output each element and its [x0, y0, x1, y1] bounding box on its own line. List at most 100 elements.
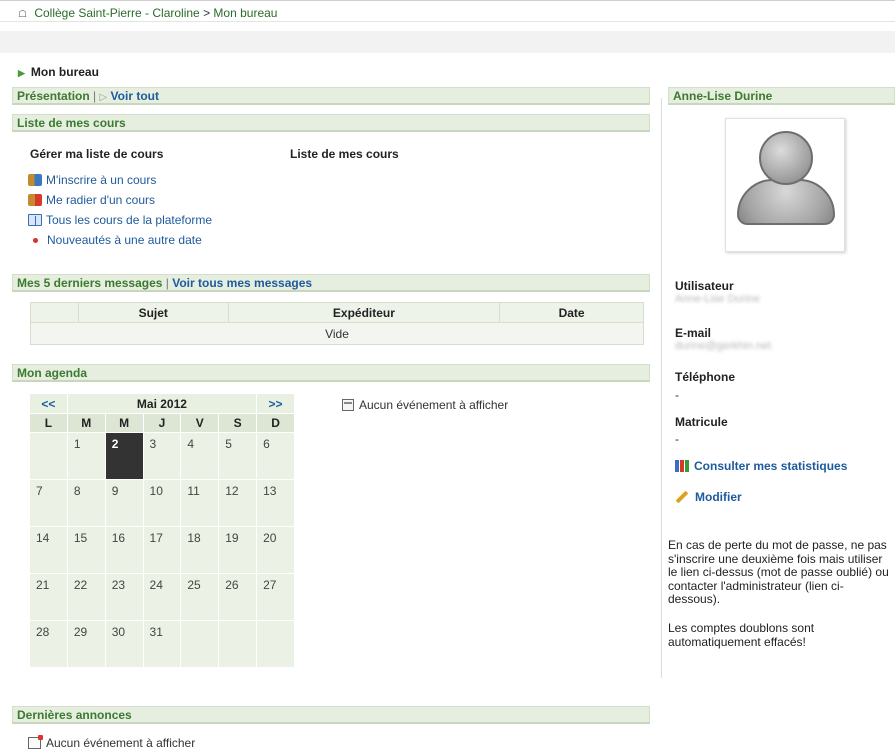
calendar-day-cell — [218, 620, 258, 668]
email-label: E-mail — [675, 326, 712, 340]
all-messages-link[interactable]: Voir tous mes messages — [172, 276, 312, 290]
calendar-day-cell[interactable]: 9 — [104, 479, 144, 527]
unenroll-icon — [28, 194, 42, 206]
messages-title: Mes 5 derniers messages — [17, 276, 163, 290]
courses-section-header: Liste de mes cours — [12, 114, 650, 132]
news-other-date-link[interactable]: Nouveautés à une autre date — [47, 233, 202, 247]
calendar-day-cell[interactable]: 1 — [66, 432, 106, 480]
calendar-day-cell[interactable]: 19 — [218, 526, 258, 574]
calendar-day-cell[interactable]: 23 — [104, 573, 144, 621]
calendar-day-cell[interactable]: 22 — [66, 573, 106, 621]
all-courses-link[interactable]: Tous les cours de la plateforme — [46, 213, 212, 227]
messages-table: Sujet Expéditeur Date Vide — [30, 302, 644, 345]
course-list-title: Liste de mes cours — [290, 147, 399, 161]
user-name-header: Anne-Lise Durine — [668, 87, 895, 105]
calendar-day-cell[interactable]: 15 — [66, 526, 106, 574]
agenda-no-event-text: Aucun événement à afficher — [359, 398, 509, 412]
calendar-day-cell[interactable]: 4 — [180, 432, 220, 480]
empty-message-cell: Vide — [30, 322, 644, 345]
calendar-day-cell[interactable]: 29 — [66, 620, 106, 668]
calendar-day-cell[interactable]: 13 — [256, 479, 295, 527]
weekday-label: L — [29, 413, 68, 433]
phone-value: - — [675, 388, 679, 402]
duplicate-accounts-text: Les comptes doublons sont automatiquemen… — [668, 621, 815, 649]
calendar-day-cell[interactable]: 8 — [66, 479, 106, 527]
home-icon[interactable]: ☖ — [18, 9, 27, 20]
column-header-subject[interactable]: Sujet — [77, 302, 229, 323]
weekday-label: D — [256, 413, 295, 433]
phone-label: Téléphone — [675, 370, 736, 384]
all-courses-item[interactable]: Tous les cours de la plateforme — [28, 210, 212, 230]
user-value: Anne-Lise Durine — [675, 293, 760, 305]
calendar-day-cell[interactable]: 27 — [256, 573, 295, 621]
presentation-bar: Présentation | ▷ Voir tout — [12, 87, 650, 105]
calendar-day-cell[interactable]: 11 — [180, 479, 220, 527]
red-dot-icon — [33, 237, 38, 243]
calendar-day-cell[interactable]: 31 — [142, 620, 182, 668]
enroll-icon — [28, 174, 42, 186]
calendar-week-row: 14 15 16 17 18 19 20 — [29, 526, 295, 574]
weekday-label: M — [66, 413, 106, 433]
column-header-sender[interactable]: Expéditeur — [227, 302, 501, 323]
calendar-day-cell[interactable]: 21 — [29, 573, 68, 621]
toolbar-band — [0, 31, 895, 53]
unenroll-course-item[interactable]: Me radier d'un cours — [28, 190, 212, 210]
calendar-day-cell[interactable]: 7 — [29, 479, 68, 527]
calendar-day-cell[interactable]: 3 — [142, 432, 182, 480]
calendar-day-cell[interactable]: 24 — [142, 573, 182, 621]
page-title: ▶ Mon bureau — [18, 65, 99, 79]
calendar-day-cell — [256, 620, 295, 668]
calendar-week-row: 21 22 23 24 25 26 27 — [29, 573, 295, 621]
statistics-link[interactable]: Consulter mes statistiques — [675, 459, 847, 473]
arrow-right-icon: ▶ — [18, 68, 25, 78]
calendar-day-cell[interactable]: 26 — [218, 573, 258, 621]
edit-profile-link[interactable]: Modifier — [675, 490, 742, 504]
prev-month-button[interactable]: << — [29, 393, 68, 414]
breadcrumb-separator: > — [203, 6, 211, 20]
calendar-today-cell[interactable]: 2 — [104, 432, 144, 480]
announcements-no-event-text: Aucun événement à afficher — [46, 736, 196, 750]
calendar-icon — [342, 399, 354, 411]
weekday-label: J — [142, 413, 182, 433]
triangle-right-icon: ▷ — [99, 92, 108, 103]
calendar-week-row: 28 29 30 31 — [29, 620, 295, 668]
calendar-day-cell — [29, 432, 68, 480]
book-icon — [28, 214, 42, 226]
calendar-day-cell[interactable]: 5 — [218, 432, 258, 480]
calendar-day-cell[interactable]: 18 — [180, 526, 220, 574]
column-header-date[interactable]: Date — [499, 302, 644, 323]
voir-tout-link[interactable]: Voir tout — [111, 89, 159, 103]
agenda-no-event: Aucun événement à afficher — [342, 398, 508, 412]
calendar-day-cell[interactable]: 6 — [256, 432, 295, 480]
calendar-day-cell[interactable]: 14 — [29, 526, 68, 574]
avatar — [725, 118, 845, 252]
calendar-day-cell[interactable]: 30 — [104, 620, 144, 668]
unenroll-course-link[interactable]: Me radier d'un cours — [46, 193, 155, 207]
breadcrumb-home-link[interactable]: Collège Saint-Pierre - Claroline — [34, 6, 199, 20]
calendar-week-row: 7 8 9 10 11 12 13 — [29, 479, 295, 527]
next-month-button[interactable]: >> — [256, 393, 295, 414]
id-label: Matricule — [675, 415, 728, 429]
course-links: M'inscrire à un cours Me radier d'un cou… — [28, 170, 212, 250]
enroll-course-link[interactable]: M'inscrire à un cours — [46, 173, 156, 187]
weekday-label: V — [180, 413, 220, 433]
pencil-icon — [675, 490, 689, 504]
breadcrumb: ☖ Collège Saint-Pierre - Claroline > Mon… — [0, 0, 895, 22]
calendar-day-cell[interactable]: 28 — [29, 620, 68, 668]
breadcrumb-current[interactable]: Mon bureau — [213, 6, 277, 20]
table-row: Vide — [30, 322, 644, 345]
calendar-day-cell[interactable]: 16 — [104, 526, 144, 574]
calendar-day-cell[interactable]: 25 — [180, 573, 220, 621]
calendar-day-cell[interactable]: 10 — [142, 479, 182, 527]
enroll-course-item[interactable]: M'inscrire à un cours — [28, 170, 212, 190]
calendar-day-cell[interactable]: 17 — [142, 526, 182, 574]
agenda-section-header: Mon agenda — [12, 364, 650, 382]
weekday-label: S — [218, 413, 258, 433]
avatar-body-shape — [737, 179, 835, 225]
calendar-day-cell[interactable]: 12 — [218, 479, 258, 527]
messages-section-header: Mes 5 derniers messages | Voir tous mes … — [12, 274, 650, 292]
news-other-date-item[interactable]: Nouveautés à une autre date — [28, 230, 212, 250]
calendar-day-cell[interactable]: 20 — [256, 526, 295, 574]
presentation-link[interactable]: Présentation — [17, 89, 90, 103]
column-header-select — [30, 302, 79, 323]
